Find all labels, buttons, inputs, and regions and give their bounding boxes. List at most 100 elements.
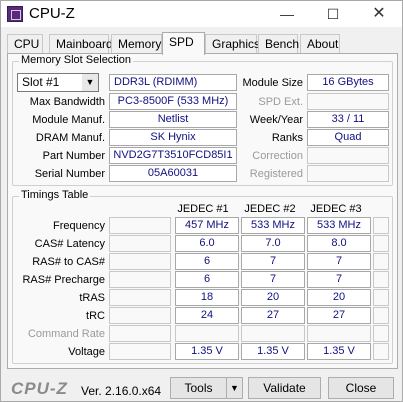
timing-cell: 7 [241, 253, 305, 270]
timing-blank-cell [109, 235, 171, 252]
timing-blank-cell [109, 289, 171, 306]
column-header-jedec-1: JEDEC #1 [177, 203, 229, 215]
tab-bench[interactable]: Bench [258, 34, 299, 54]
tab-graphics[interactable]: Graphics [205, 34, 260, 54]
correction-value [307, 147, 389, 164]
timing-row-label: Voltage [68, 346, 105, 358]
slot-select-value: Slot #1 [22, 75, 60, 89]
timing-cell: 20 [307, 289, 371, 306]
max-bandwidth-value: PC3-8500F (533 MHz) [109, 93, 237, 110]
window-title: CPU-Z [29, 5, 75, 22]
memory-slot-group-title: Memory Slot Selection [19, 54, 134, 66]
timing-blank-cell [109, 217, 171, 234]
timing-row-label: tRAS [79, 292, 105, 304]
timing-row-label: tRC [86, 310, 105, 322]
timing-blank-cell [373, 271, 389, 288]
correction-label: Correction [252, 150, 303, 162]
timing-blank-cell [109, 325, 171, 342]
module-manuf-value: Netlist [109, 111, 237, 128]
chevron-down-icon: ▼ [82, 74, 98, 91]
column-header-jedec-2: JEDEC #2 [244, 203, 296, 215]
version-text: Ver. 2.16.0.x64 [81, 384, 162, 398]
timing-cell: 533 MHz [307, 217, 371, 234]
timing-cell: 27 [241, 307, 305, 324]
timing-cell: 6 [175, 271, 239, 288]
spd-ext-value [307, 93, 389, 110]
timing-cell: 8.0 [307, 235, 371, 252]
timing-blank-cell [373, 217, 389, 234]
tab-about[interactable]: About [300, 34, 340, 54]
timing-cell: 27 [307, 307, 371, 324]
timing-blank-cell [373, 253, 389, 270]
module-size-label: Module Size [242, 77, 303, 89]
timing-cell: 7.0 [241, 235, 305, 252]
timing-cell [241, 325, 305, 342]
tab-spd[interactable]: SPD [162, 32, 205, 55]
column-header-jedec-3: JEDEC #3 [310, 203, 362, 215]
tab-memory[interactable]: Memory [111, 34, 162, 54]
dram-manuf-value: SK Hynix [109, 129, 237, 146]
timing-cell [307, 325, 371, 342]
tools-dropdown-button[interactable]: ▼ [226, 377, 243, 399]
part-number-label: Part Number [42, 150, 105, 162]
timing-cell: 18 [175, 289, 239, 306]
timing-cell: 7 [307, 271, 371, 288]
max-bandwidth-label: Max Bandwidth [29, 96, 105, 108]
timing-blank-cell [373, 307, 389, 324]
timing-cell: 24 [175, 307, 239, 324]
timings-table-group: Timings Table JEDEC #1 JEDEC #2 JEDEC #3… [12, 189, 393, 364]
timing-blank-cell [109, 253, 171, 270]
memory-type-value: DDR3L (RDIMM) [109, 74, 237, 91]
timing-cell: 6.0 [175, 235, 239, 252]
slot-select[interactable]: Slot #1 ▼ [17, 73, 99, 92]
timing-cell: 6 [175, 253, 239, 270]
timing-cell: 1.35 V [175, 343, 239, 360]
registered-value [307, 165, 389, 182]
week-year-value: 33 / 11 [307, 111, 389, 128]
ranks-label: Ranks [271, 132, 303, 144]
timings-table-title: Timings Table [19, 189, 91, 201]
serial-number-label: Serial Number [34, 168, 105, 180]
cpuz-window: CPU-Z — ☐ ✕ CPU Mainboard Memory SPD Gra… [0, 0, 403, 402]
close-window-button[interactable]: ✕ [356, 1, 402, 27]
timing-cell: 533 MHz [241, 217, 305, 234]
dram-manuf-label: DRAM Manuf. [35, 132, 105, 144]
ranks-value: Quad [307, 129, 389, 146]
cpuz-app-icon [7, 6, 23, 22]
memory-slot-group: Memory Slot Selection Slot #1 ▼ DDR3L (R… [12, 54, 393, 186]
timing-blank-cell [373, 235, 389, 252]
timing-cell: 457 MHz [175, 217, 239, 234]
timing-blank-cell [373, 343, 389, 360]
spd-ext-label: SPD Ext. [258, 96, 303, 108]
timing-cell: 20 [241, 289, 305, 306]
timing-cell: 1.35 V [307, 343, 371, 360]
timing-cell: 1.35 V [241, 343, 305, 360]
module-size-value: 16 GBytes [307, 74, 389, 91]
title-bar[interactable]: CPU-Z — ☐ ✕ [1, 1, 402, 27]
timing-row-label: RAS# to CAS# [32, 256, 105, 268]
validate-button[interactable]: Validate [248, 377, 321, 399]
timing-cell: 7 [307, 253, 371, 270]
timing-row-label: RAS# Precharge [22, 274, 105, 286]
timing-blank-cell [373, 325, 389, 342]
timing-row-label: Command Rate [27, 328, 105, 340]
week-year-label: Week/Year [249, 114, 303, 126]
part-number-value: NVD2G7T3510FCD85I1 [109, 147, 237, 164]
tab-cpu[interactable]: CPU [7, 34, 43, 54]
timing-blank-cell [109, 271, 171, 288]
timing-cell [175, 325, 239, 342]
close-button[interactable]: Close [328, 377, 394, 399]
timing-cell: 7 [241, 271, 305, 288]
timing-row-label: CAS# Latency [34, 238, 105, 250]
minimize-button[interactable]: — [264, 1, 310, 27]
module-manuf-label: Module Manuf. [32, 114, 105, 126]
cpuz-logo: CPU-Z [11, 379, 68, 398]
maximize-button[interactable]: ☐ [310, 1, 356, 27]
timing-row-label: Frequency [53, 220, 105, 232]
tools-button[interactable]: Tools [170, 377, 227, 399]
timing-blank-cell [109, 343, 171, 360]
registered-label: Registered [249, 168, 303, 180]
serial-number-value: 05A60031 [109, 165, 237, 182]
timing-blank-cell [109, 307, 171, 324]
tab-mainboard[interactable]: Mainboard [49, 34, 113, 54]
